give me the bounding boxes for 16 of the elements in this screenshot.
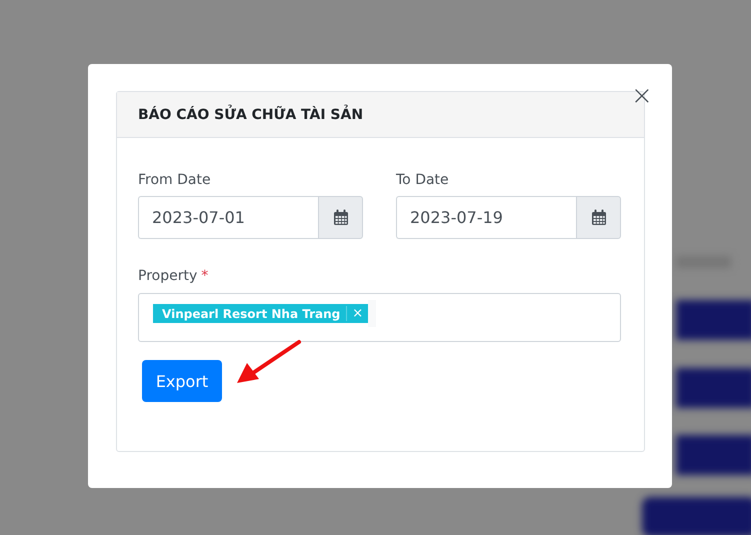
search-input[interactable]	[368, 300, 376, 327]
field-label: From Date	[138, 172, 212, 188]
calendar-icon	[332, 209, 348, 226]
dialog-title: BÁO CÁO SỬA CHỮA TÀI SẢN	[138, 106, 364, 122]
field-label: To Date	[396, 172, 450, 188]
calendar-icon	[590, 209, 606, 226]
calendar-button[interactable]	[576, 196, 621, 239]
date-field[interactable]: 2023-07-19	[396, 196, 576, 239]
field-label: Property	[138, 268, 198, 284]
tag-label: Vinpearl Resort Nha Trang	[161, 306, 342, 320]
close-button[interactable]: ×	[631, 84, 653, 108]
calendar-button[interactable]	[318, 196, 363, 239]
required-mark-icon: *	[201, 268, 208, 284]
arrow-annotation	[237, 339, 303, 385]
date-field[interactable]: 2023-07-01	[138, 196, 318, 239]
export-button[interactable]: Export	[142, 360, 222, 402]
